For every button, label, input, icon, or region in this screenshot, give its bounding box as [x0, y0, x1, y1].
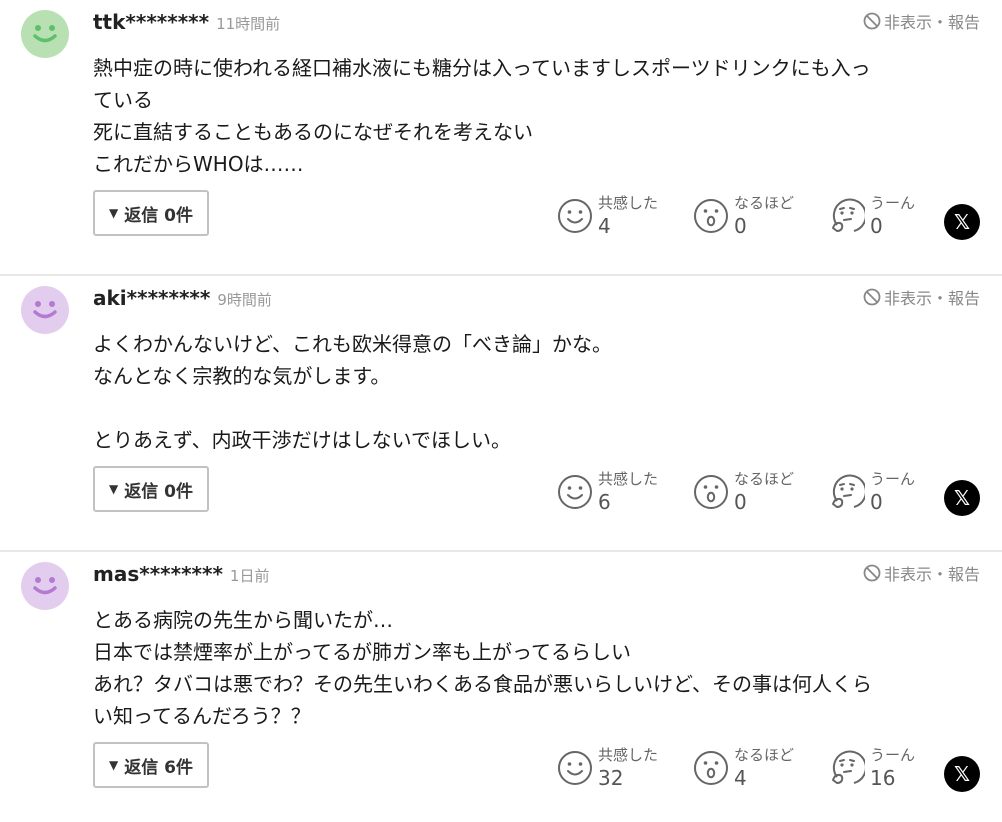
reply-toggle-button[interactable]: ▼ 返信 6件: [93, 742, 209, 788]
smile-face-icon: [556, 473, 594, 511]
reaction-bar: 共感した 6 なるほど 0 うーん 0 𝕏: [556, 464, 982, 524]
reaction-bar: 共感した 4 なるほど 0 うーん 0 𝕏: [556, 188, 982, 248]
reaction-hmm-button[interactable]: うーん 0: [828, 188, 915, 244]
comment-item: aki******** 9時間前 非表示・報告 よくわかんないけど、これも欧米得…: [0, 276, 1002, 552]
reaction-empathy-button[interactable]: 共感した 6: [556, 464, 658, 520]
reaction-hmm-label: うーん: [870, 194, 916, 212]
comment-line: なんとなく宗教的な気がします。: [93, 364, 391, 388]
x-share-icon[interactable]: 𝕏: [944, 480, 980, 516]
hide-report-link[interactable]: 非表示・報告: [863, 285, 980, 309]
username[interactable]: ttk********: [93, 10, 209, 34]
hide-report-label: 非表示・報告: [883, 289, 980, 308]
smile-face-icon: [556, 197, 594, 235]
x-share-icon[interactable]: 𝕏: [944, 756, 980, 792]
reaction-hmm-count: 16: [870, 766, 896, 790]
reaction-insight-button[interactable]: なるほど 4: [692, 740, 794, 796]
hide-report-label: 非表示・報告: [883, 13, 980, 32]
reaction-empathy-button[interactable]: 共感した 32: [556, 740, 658, 796]
comment-meta: mas******** 1日前: [93, 562, 269, 586]
reaction-empathy-count: 4: [598, 214, 611, 238]
reaction-insight-label: なるほど: [734, 194, 795, 212]
smiley-face-icon: [33, 25, 57, 43]
comment-line: とりあえず、内政干渉だけはしないでほしい。: [93, 428, 511, 452]
comment-line: これだからWHOは……: [93, 152, 304, 176]
username[interactable]: aki********: [93, 286, 210, 310]
ban-icon: [863, 288, 881, 306]
avatar: [21, 286, 69, 334]
reaction-hmm-count: 0: [870, 490, 883, 514]
comment-list: ttk******** 11時間前 非表示・報告 熱中症の時に使われる経口補水液…: [0, 0, 1002, 822]
reaction-hmm-label: うーん: [870, 746, 916, 764]
reaction-insight-label: なるほど: [734, 746, 795, 764]
comment-line: とある病院の先生から聞いたが…: [93, 608, 393, 632]
comment-item: mas******** 1日前 非表示・報告 とある病院の先生から聞いたが… 日本…: [0, 552, 1002, 822]
reaction-empathy-count: 32: [598, 766, 624, 790]
x-share-icon[interactable]: 𝕏: [944, 204, 980, 240]
comment-line: ている: [93, 88, 153, 112]
avatar: [21, 562, 69, 610]
reaction-insight-count: 4: [734, 766, 747, 790]
smiley-face-icon: [33, 301, 57, 319]
smiley-face-icon: [33, 577, 57, 595]
surprised-face-icon: [692, 197, 730, 235]
reaction-empathy-label: 共感した: [598, 746, 659, 764]
comment-body: よくわかんないけど、これも欧米得意の「べき論」かな。 なんとなく宗教的な気がします…: [93, 328, 979, 456]
reaction-insight-label: なるほど: [734, 470, 795, 488]
comment-line: 死に直結することもあるのになぜそれを考えない: [93, 120, 533, 144]
reply-toggle-button[interactable]: ▼ 返信 0件: [93, 190, 209, 236]
reaction-empathy-count: 6: [598, 490, 611, 514]
timestamp: 9時間前: [217, 291, 272, 309]
comment-line: 日本では禁煙率が上がってるが肺ガン率も上がってるらしい: [93, 640, 631, 664]
comment-line: い知ってるんだろう？？: [93, 704, 311, 728]
username[interactable]: mas********: [93, 562, 223, 586]
comment-line: よくわかんないけど、これも欧米得意の「べき論」かな。: [93, 332, 612, 356]
reaction-hmm-button[interactable]: うーん 0: [828, 464, 915, 520]
reaction-insight-button[interactable]: なるほど 0: [692, 464, 794, 520]
surprised-face-icon: [692, 749, 730, 787]
timestamp: 11時間前: [216, 15, 281, 33]
caret-down-icon: ▼: [109, 206, 119, 220]
comment-item: ttk******** 11時間前 非表示・報告 熱中症の時に使われる経口補水液…: [0, 0, 1002, 276]
reaction-insight-count: 0: [734, 214, 747, 238]
thinking-face-icon: [828, 749, 866, 787]
comment-body: とある病院の先生から聞いたが… 日本では禁煙率が上がってるが肺ガン率も上がってるら…: [93, 604, 979, 732]
comment-line: あれ？タバコは悪でわ？その先生いわくある食品が悪いらしいけど、その事は何人くら: [93, 672, 872, 696]
comment-body: 熱中症の時に使われる経口補水液にも糖分は入っていますしスポーツドリンクにも入って…: [93, 52, 979, 180]
reaction-empathy-label: 共感した: [598, 470, 659, 488]
timestamp: 1日前: [229, 567, 270, 585]
hide-report-link[interactable]: 非表示・報告: [863, 561, 980, 585]
reaction-hmm-label: うーん: [870, 470, 916, 488]
reply-toggle-button[interactable]: ▼ 返信 0件: [93, 466, 209, 512]
reaction-hmm-button[interactable]: うーん 16: [828, 740, 915, 796]
reply-count-label: 返信 6件: [124, 757, 193, 778]
comment-meta: ttk******** 11時間前: [93, 10, 280, 34]
ban-icon: [863, 564, 881, 582]
thinking-face-icon: [828, 197, 866, 235]
surprised-face-icon: [692, 473, 730, 511]
thinking-face-icon: [828, 473, 866, 511]
comment-meta: aki******** 9時間前: [93, 286, 272, 310]
caret-down-icon: ▼: [109, 758, 119, 772]
reaction-bar: 共感した 32 なるほど 4 うーん 16 𝕏: [556, 740, 982, 800]
reaction-insight-button[interactable]: なるほど 0: [692, 188, 794, 244]
avatar: [21, 10, 69, 58]
hide-report-label: 非表示・報告: [883, 565, 980, 584]
caret-down-icon: ▼: [109, 482, 119, 496]
comment-line: 熱中症の時に使われる経口補水液にも糖分は入っていますしスポーツドリンクにも入っ: [93, 56, 871, 80]
comment-line: [93, 392, 979, 424]
ban-icon: [863, 12, 881, 30]
reaction-empathy-label: 共感した: [598, 194, 659, 212]
reaction-insight-count: 0: [734, 490, 747, 514]
reply-count-label: 返信 0件: [124, 205, 193, 226]
reaction-hmm-count: 0: [870, 214, 883, 238]
reply-count-label: 返信 0件: [124, 481, 193, 502]
hide-report-link[interactable]: 非表示・報告: [863, 9, 980, 33]
smile-face-icon: [556, 749, 594, 787]
reaction-empathy-button[interactable]: 共感した 4: [556, 188, 658, 244]
